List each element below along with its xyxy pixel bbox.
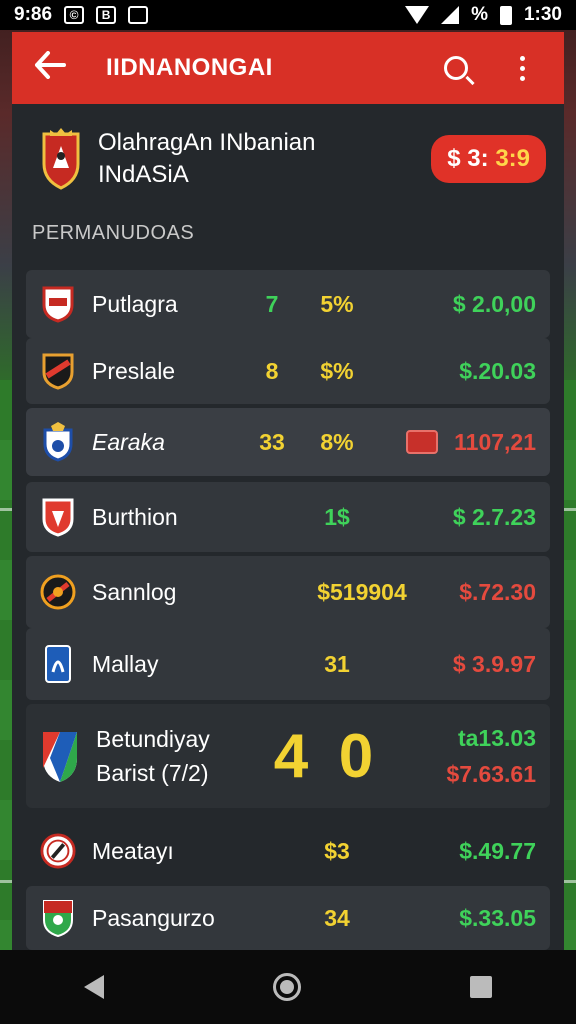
team-name: Pasangurzo: [92, 904, 215, 931]
team-percentage: 8%: [320, 428, 354, 455]
message-icon: [128, 6, 149, 24]
notification-icon: ©: [64, 6, 85, 24]
ticket-icon: [406, 430, 439, 454]
match-row[interactable]: Betundiyay Barist (7/2) 4 0 ta13.03 $7.6…: [26, 704, 550, 808]
team-percentage: $519904: [317, 578, 407, 605]
price-badge-prefix: $ 3:: [447, 145, 489, 172]
team-percentage: 31: [324, 650, 350, 677]
match-price-away: $7.63.61: [446, 761, 536, 787]
status-time-right: 1:30: [523, 4, 562, 25]
team-rank: 8: [265, 357, 279, 384]
team-badge-icon: [40, 284, 76, 324]
team-name: Burthion: [92, 503, 178, 530]
list-item[interactable]: Putlagra 7 5% $ 2.0,00: [26, 270, 550, 338]
match-team-home: Betundiyay: [96, 726, 210, 752]
league-country: INdASiA: [98, 161, 189, 188]
team-badge-icon: [40, 831, 76, 871]
nav-recents-icon[interactable]: [469, 976, 492, 998]
status-percent: %: [471, 4, 488, 25]
match-price-home: ta13.03: [457, 725, 536, 751]
back-arrow-icon[interactable]: [34, 49, 84, 88]
battery-icon: [499, 5, 512, 25]
team-name: Meatayı: [92, 837, 174, 864]
team-price: $.49.77: [459, 837, 536, 864]
list-item[interactable]: Earaka 33 8% 1107,21: [26, 408, 550, 476]
price-badge[interactable]: $ 3: 3:9: [431, 135, 546, 183]
more-options-button[interactable]: [502, 55, 542, 81]
team-badge-icon: [40, 728, 80, 784]
team-badge-icon: [40, 497, 76, 537]
team-percentage: 34: [324, 904, 350, 931]
wifi-icon: [405, 6, 430, 24]
team-percentage: $%: [320, 357, 354, 384]
nav-back-icon[interactable]: [84, 975, 105, 999]
team-price: $.33.05: [459, 904, 536, 931]
price-badge-value: 3:9: [495, 145, 530, 172]
team-badge-icon: [40, 644, 76, 684]
team-percentage: 1$: [324, 503, 350, 530]
league-header: OlahragAn INbanian INdASiA $ 3: 3:9: [36, 124, 546, 194]
nav-home-icon[interactable]: [272, 973, 301, 1001]
list-item[interactable]: Meatayı $3 $.49.77: [26, 816, 550, 886]
app-title: IIDNANONGAI: [106, 54, 273, 81]
team-name: Mallay: [92, 650, 159, 677]
list-item[interactable]: Burthion 1$ $ 2.7.23: [26, 482, 550, 552]
team-name: Sannlog: [92, 578, 177, 605]
team-price: $ 2.0,00: [452, 290, 536, 317]
match-team-away: Barist (7/2): [96, 760, 209, 786]
status-time-left: 9:86: [14, 4, 53, 25]
league-panel: OlahragAn INbanian INdASiA $ 3: 3:9 PERM…: [12, 104, 564, 950]
team-badge-icon: [40, 898, 76, 938]
section-title: PERMANUDOAS: [32, 222, 195, 244]
team-rank: 33: [259, 428, 285, 455]
app-bar: IIDNANONGAI: [12, 32, 564, 104]
league-name: OlahragAn INbanian: [98, 129, 316, 156]
team-rank: 7: [265, 290, 279, 317]
team-badge-icon: [40, 422, 76, 462]
signal-icon: [441, 6, 460, 24]
navigation-bar: [0, 950, 576, 1024]
team-name: Preslale: [92, 357, 176, 384]
list-item[interactable]: Pasangurzo 34 $.33.05: [26, 886, 550, 950]
list-item[interactable]: Preslale 8 $% $.20.03: [26, 338, 550, 404]
app-notification-icon: B: [96, 6, 117, 24]
team-price: $ 2.7.23: [452, 503, 536, 530]
search-button[interactable]: [436, 56, 476, 80]
score-home: 4: [273, 721, 309, 791]
team-percentage: $3: [324, 837, 350, 864]
team-price: $.72.30: [459, 578, 536, 605]
team-name: Earaka: [92, 428, 165, 455]
team-name: Putlagra: [92, 290, 178, 317]
team-percentage: 5%: [320, 290, 354, 317]
team-badge-icon: [40, 351, 76, 391]
team-price: $.20.03: [459, 357, 536, 384]
score-away: 0: [338, 721, 374, 791]
team-price: $ 3.9.97: [452, 650, 536, 677]
status-bar: 9:86 © B % 1:30: [0, 0, 576, 30]
kebab-menu-icon: [519, 55, 525, 81]
team-badge-icon: [40, 572, 76, 612]
search-icon: [444, 56, 468, 80]
league-crest-icon: [36, 128, 86, 190]
team-price: 1107,21: [454, 428, 536, 455]
list-item[interactable]: Sannlog $519904 $.72.30: [26, 556, 550, 628]
list-item[interactable]: Mallay 31 $ 3.9.97: [26, 628, 550, 700]
